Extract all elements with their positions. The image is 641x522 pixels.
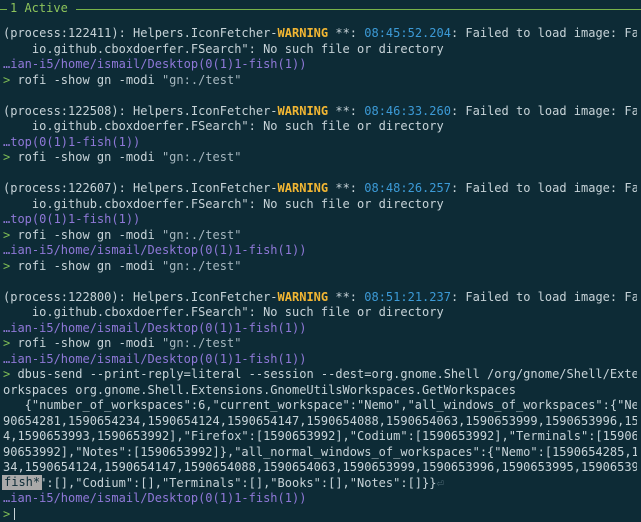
log-separator: **: — [328, 104, 364, 118]
log-continuation: io.github.cboxdoerfer.FSearch": No such … — [3, 119, 637, 135]
command-argument: "gn:./test" — [162, 336, 241, 350]
log-timestamp: 08:46:33.260 — [364, 104, 451, 118]
log-timestamp: 08:48:26.257 — [364, 181, 451, 195]
command-argument: "gn:./test" — [162, 73, 241, 87]
command-text: rofi -show gn -modi — [10, 259, 162, 273]
process-prefix: (process:122411): Helpers.IconFetcher- — [3, 26, 278, 40]
log-continuation: io.github.cboxdoerfer.FSearch": No such … — [3, 42, 637, 58]
command-line: > dbus-send --print-reply=literal --sess… — [3, 367, 637, 383]
process-prefix: (process:122508): Helpers.IconFetcher- — [3, 104, 278, 118]
log-line: (process:122607): Helpers.IconFetcher-WA… — [3, 181, 637, 197]
log-message: : Failed to load image: Failed to open f… — [451, 26, 637, 40]
workspace-header: 1 Active — [0, 0, 641, 22]
log-message: : Failed to load image: Failed to open f… — [451, 104, 637, 118]
prompt-path: …ian-i5/home/ismail/Desktop(0(1)1-fish(1… — [3, 243, 637, 259]
blank-line — [3, 274, 637, 290]
log-continuation: io.github.cboxdoerfer.FSearch": No such … — [3, 197, 637, 213]
process-prefix: (process:122607): Helpers.IconFetcher- — [3, 181, 278, 195]
log-separator: **: — [328, 181, 364, 195]
dbus-output-line: 4,1590653993,1590653992],"Firefox":[1590… — [3, 429, 637, 445]
prompt-path: …ian-i5/home/ismail/Desktop(0(1)1-fish(1… — [3, 352, 637, 368]
warning-label: WARNING — [278, 104, 329, 118]
command-line: > rofi -show gn -modi "gn:./test" — [3, 228, 637, 244]
command-argument: "gn:./test" — [162, 259, 241, 273]
dbus-command-continuation: orkspaces org.gnome.Shell.Extensions.Gno… — [3, 383, 637, 399]
dbus-output-line: 34,1590654124,1590654147,1590654088,1590… — [3, 460, 637, 476]
log-message: : Failed to load image: Failed to open f… — [451, 181, 637, 195]
warning-label: WARNING — [278, 290, 329, 304]
active-command-line[interactable]: > — [3, 507, 637, 522]
prompt-path: …ian-i5/home/ismail/Desktop(0(1)1-fish(1… — [3, 491, 637, 507]
log-separator: **: — [328, 290, 364, 304]
blank-line — [3, 88, 637, 104]
process-prefix: (process:122800): Helpers.IconFetcher- — [3, 290, 278, 304]
command-line: > rofi -show gn -modi "gn:./test" — [3, 336, 637, 352]
command-line: > rofi -show gn -modi "gn:./test" — [3, 150, 637, 166]
log-timestamp: 08:51:21.237 — [364, 290, 451, 304]
prompt-path: …top(0(1)1-fish(1)) — [3, 212, 637, 228]
dbus-output-line: 90654281,1590654234,1590654124,159065414… — [3, 414, 637, 430]
prompt-path: …top(0(1)1-fish(1)) — [3, 135, 637, 151]
blank-line — [3, 166, 637, 182]
dbus-command-text: dbus-send --print-reply=literal --sessio… — [10, 367, 637, 381]
command-line: > rofi -show gn -modi "gn:./test" — [3, 259, 637, 275]
command-text: rofi -show gn -modi — [10, 150, 162, 164]
command-text: rofi -show gn -modi — [10, 336, 162, 350]
tmux-status-bar: fish* — [0, 475, 641, 490]
log-line: (process:122800): Helpers.IconFetcher-WA… — [3, 290, 637, 306]
text-cursor — [14, 508, 15, 520]
warning-label: WARNING — [278, 26, 329, 40]
header-rule-right — [76, 9, 641, 10]
command-argument: "gn:./test" — [162, 150, 241, 164]
prompt-symbol: > — [3, 507, 10, 521]
log-message: : Failed to load image: Failed to open f… — [451, 290, 637, 304]
dbus-output-line: 90653992],"Notes":[1590653992]},"all_nor… — [3, 445, 637, 461]
active-count-label: 1 Active — [10, 1, 68, 15]
window-tab-fish[interactable]: fish* — [2, 475, 42, 490]
command-text: rofi -show gn -modi — [10, 73, 162, 87]
prompt-path: …ian-i5/home/ismail/Desktop(0(1)1-fish(1… — [3, 57, 637, 73]
log-continuation: io.github.cboxdoerfer.FSearch": No such … — [3, 305, 637, 321]
log-timestamp: 08:45:52.204 — [364, 26, 451, 40]
log-line: (process:122411): Helpers.IconFetcher-WA… — [3, 26, 637, 42]
warning-label: WARNING — [278, 181, 329, 195]
prompt-path: …ian-i5/home/ismail/Desktop(0(1)1-fish(1… — [3, 321, 637, 337]
dbus-output-line: {"number_of_workspaces":6,"current_works… — [3, 398, 637, 414]
log-separator: **: — [328, 26, 364, 40]
header-rule-left — [0, 9, 7, 10]
command-line: > rofi -show gn -modi "gn:./test" — [3, 73, 637, 89]
command-argument: "gn:./test" — [162, 228, 241, 242]
log-line: (process:122508): Helpers.IconFetcher-WA… — [3, 104, 637, 120]
terminal-output[interactable]: (process:122411): Helpers.IconFetcher-WA… — [3, 26, 637, 522]
command-text: rofi -show gn -modi — [10, 228, 162, 242]
